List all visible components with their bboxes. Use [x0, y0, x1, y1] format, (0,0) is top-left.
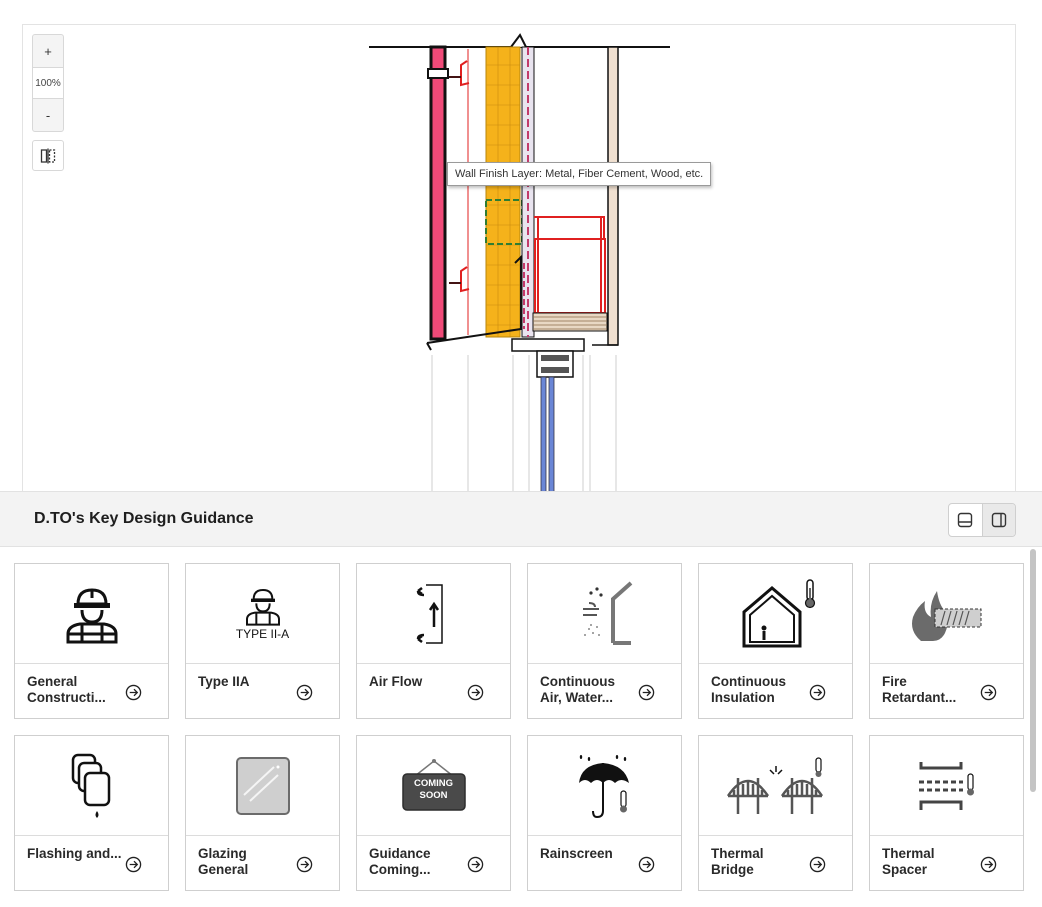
card-label: Fire Retardant...	[882, 674, 957, 705]
card-flashing[interactable]: Flashing and...	[14, 735, 169, 891]
cards-scrollbar[interactable]	[1030, 549, 1036, 792]
zoom-out-button[interactable]: -	[33, 99, 63, 131]
arrow-right-circle-icon	[809, 856, 826, 873]
coming-soon-text: COMING SOON	[413, 777, 454, 801]
card-icon-area	[870, 564, 1023, 664]
card-label: Thermal Spacer	[882, 846, 935, 877]
card-label: Thermal Bridge	[711, 846, 764, 877]
panel-title: D.TO's Key Design Guidance	[34, 510, 254, 527]
card-icon-area	[186, 736, 339, 836]
insulated-house-icon	[742, 578, 815, 647]
card-fire-retardant[interactable]: Fire Retardant...	[869, 563, 1024, 719]
card-icon-area: TYPE II-A	[186, 564, 339, 664]
layer-tooltip: Wall Finish Layer: Metal, Fiber Cement, …	[447, 162, 712, 186]
layout-side-button[interactable]	[981, 504, 1015, 536]
zoom-control: + 100% -	[32, 34, 64, 132]
layout-toggle	[948, 503, 1016, 537]
card-icon-area	[528, 736, 681, 836]
card-label: Guidance Coming...	[369, 846, 431, 877]
card-icon-area	[699, 736, 852, 836]
air-flow-icon	[416, 583, 443, 644]
arrow-right-circle-icon	[638, 856, 655, 873]
card-icon-area	[15, 736, 168, 836]
card-label: Rainscreen	[540, 846, 613, 861]
zoom-level-readout: 100%	[33, 67, 63, 99]
construction-worker-icon	[66, 587, 117, 643]
type-iia-icon-text: TYPE II-A	[235, 627, 290, 641]
card-label: Continuous Insulation	[711, 674, 786, 705]
card-thermal-spacer[interactable]: Thermal Spacer	[869, 735, 1024, 891]
layout-bottom-button[interactable]	[949, 504, 982, 536]
side-panel-icon	[991, 512, 1007, 528]
bottom-panel-icon	[958, 512, 973, 528]
card-glazing-general[interactable]: Glazing General	[185, 735, 340, 891]
arrow-right-circle-icon	[296, 856, 313, 873]
app-root: + 100% - Wall Finish Layer: Metal, Fiber…	[0, 0, 1042, 907]
split-view-icon	[40, 148, 56, 163]
guidance-panel-header: D.TO's Key Design Guidance	[0, 491, 1042, 547]
arrow-right-circle-icon	[467, 684, 484, 701]
arrow-right-circle-icon	[809, 684, 826, 701]
wall-section-drawing[interactable]	[23, 25, 1016, 491]
arrow-right-circle-icon	[467, 856, 484, 873]
arrow-right-circle-icon	[980, 856, 997, 873]
arrow-right-circle-icon	[638, 684, 655, 701]
worker-type-iia-icon	[245, 588, 280, 626]
flashing-icon	[71, 753, 110, 818]
card-icon-area	[15, 564, 168, 664]
card-icon-area	[357, 564, 510, 664]
umbrella-rain-icon	[578, 754, 629, 818]
arrow-right-circle-icon	[125, 684, 142, 701]
thermal-bridge-icon	[726, 756, 823, 814]
split-view-button[interactable]	[32, 140, 64, 171]
card-icon-area	[699, 564, 852, 664]
thermal-spacer-icon	[918, 761, 974, 810]
card-icon-area: COMING SOON	[357, 736, 510, 836]
arrow-right-circle-icon	[125, 856, 142, 873]
card-thermal-bridge[interactable]: Thermal Bridge	[698, 735, 853, 891]
card-label: Type IIA	[198, 674, 250, 689]
card-label: General Constructi...	[27, 674, 106, 705]
card-type-iia[interactable]: TYPE II-A Type IIA	[185, 563, 340, 719]
card-label: Glazing General	[198, 846, 249, 877]
detail-drawing-viewer[interactable]: + 100% - Wall Finish Layer: Metal, Fiber…	[22, 24, 1016, 491]
fire-retardant-icon	[911, 590, 981, 641]
glass-pane-icon	[235, 756, 290, 815]
guidance-card-grid: General Constructi... TYPE II-A Type IIA…	[0, 547, 1042, 907]
card-icon-area	[528, 564, 681, 664]
card-rainscreen[interactable]: Rainscreen	[527, 735, 682, 891]
card-guidance-coming[interactable]: COMING SOON Guidance Coming...	[356, 735, 511, 891]
card-label: Air Flow	[369, 674, 423, 689]
air-water-barrier-icon	[582, 581, 632, 645]
card-continuous-air-water[interactable]: Continuous Air, Water...	[527, 563, 682, 719]
card-icon-area	[870, 736, 1023, 836]
arrow-right-circle-icon	[980, 684, 997, 701]
card-label: Flashing and...	[27, 846, 122, 861]
coming-soon-sign-icon: COMING SOON	[401, 758, 467, 814]
card-air-flow[interactable]: Air Flow	[356, 563, 511, 719]
card-continuous-insulation[interactable]: Continuous Insulation	[698, 563, 853, 719]
card-label: Continuous Air, Water...	[540, 674, 615, 705]
arrow-right-circle-icon	[296, 684, 313, 701]
card-general-construction[interactable]: General Constructi...	[14, 563, 169, 719]
zoom-in-button[interactable]: +	[33, 35, 63, 67]
